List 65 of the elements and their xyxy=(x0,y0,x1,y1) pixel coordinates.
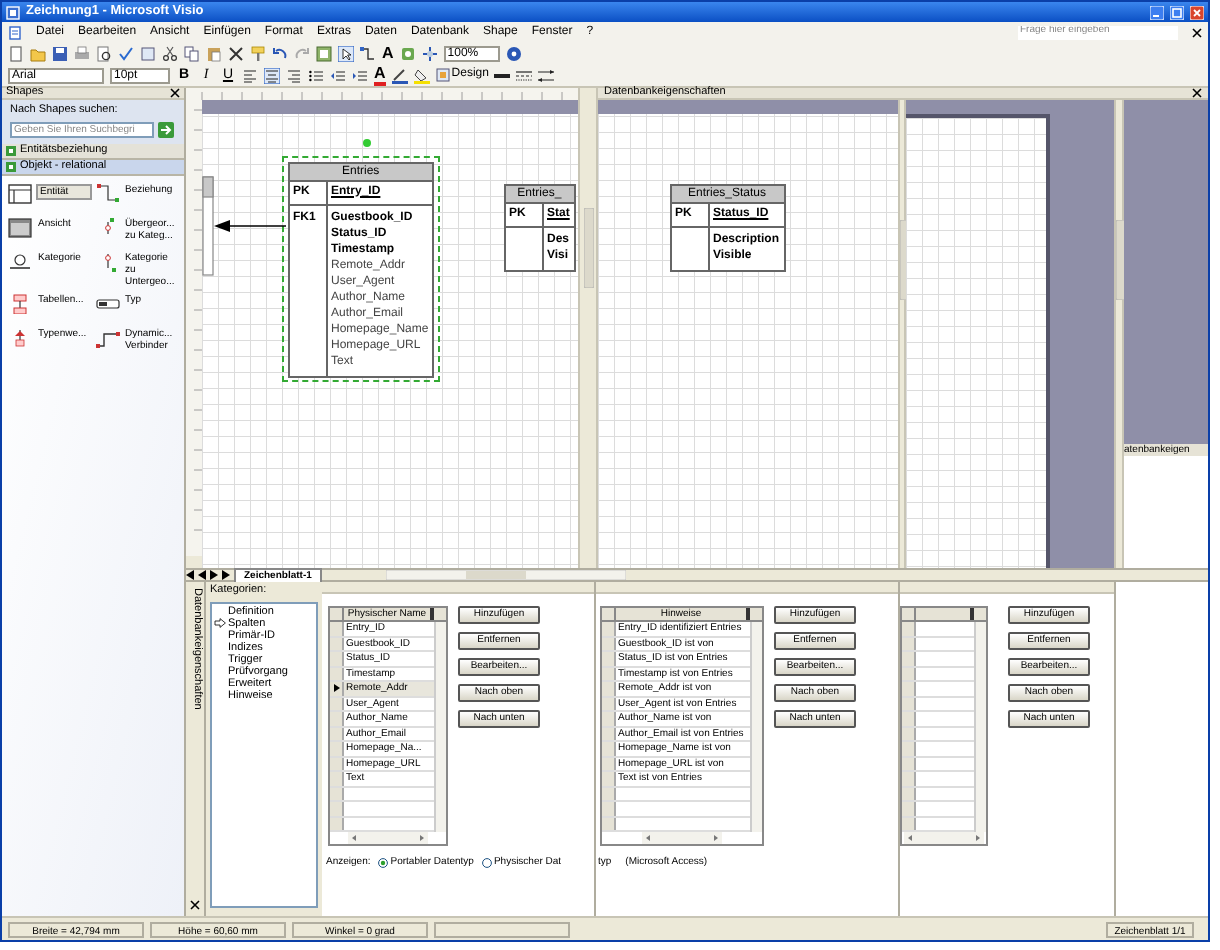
horizontal-scrollbar-icon[interactable] xyxy=(902,832,986,844)
text-tool[interactable]: A xyxy=(382,45,394,61)
app-icon xyxy=(6,5,20,19)
maximize-icon[interactable] xyxy=(1170,5,1184,19)
radio-button[interactable] xyxy=(378,858,389,869)
horizontal-scrollbar-icon[interactable] xyxy=(385,570,626,580)
relationship-icon xyxy=(95,183,119,203)
align-center-icon[interactable] xyxy=(264,67,280,83)
vertical-scrollbar[interactable] xyxy=(750,622,762,832)
help-icon[interactable] xyxy=(505,45,522,61)
row-header[interactable] xyxy=(330,682,344,695)
vertical-scrollbar[interactable] xyxy=(974,622,986,832)
relationship-arrow-icon xyxy=(214,220,286,232)
status-field xyxy=(434,921,570,937)
vertical-scrollbar[interactable] xyxy=(434,622,446,832)
stencil-icon xyxy=(6,161,16,171)
spelling-icon[interactable] xyxy=(118,45,134,61)
line-ends-icon[interactable] xyxy=(538,67,555,83)
outdent-icon[interactable] xyxy=(330,67,346,83)
scrollbar-thumb-icon[interactable] xyxy=(583,208,593,288)
bullets-icon[interactable] xyxy=(308,67,324,83)
document-icon xyxy=(8,25,22,39)
row-pointer-icon xyxy=(333,684,339,693)
save-icon[interactable] xyxy=(52,45,68,61)
shapes-window-icon[interactable] xyxy=(316,45,332,61)
print-preview-icon[interactable] xyxy=(96,45,112,61)
paste-icon[interactable] xyxy=(206,45,222,61)
category-icon xyxy=(8,251,32,271)
pointer-tool-icon[interactable] xyxy=(338,45,354,61)
align-left-icon[interactable] xyxy=(242,67,258,83)
previous-page-icon[interactable] xyxy=(198,570,206,580)
connector-icon xyxy=(95,327,119,347)
indent-icon[interactable] xyxy=(352,67,368,83)
view-icon xyxy=(8,217,32,237)
copy-icon[interactable] xyxy=(184,45,200,61)
new-document-icon[interactable] xyxy=(8,45,24,61)
vertical-ruler-icon xyxy=(186,100,202,556)
go-arrow-icon[interactable] xyxy=(158,121,174,137)
type-icon xyxy=(95,293,119,313)
connector-tool-icon[interactable] xyxy=(360,45,376,61)
rotation-handle-icon[interactable] xyxy=(362,138,372,148)
pan-zoom-icon[interactable] xyxy=(421,45,438,61)
minimize-icon[interactable] xyxy=(1150,5,1164,19)
format-painter-icon[interactable] xyxy=(250,45,266,61)
last-page-icon[interactable] xyxy=(222,570,230,580)
redo-icon[interactable] xyxy=(294,45,310,61)
next-page-icon[interactable] xyxy=(210,570,218,580)
entity-icon xyxy=(8,183,32,203)
print-icon[interactable] xyxy=(74,45,90,61)
close-icon[interactable] xyxy=(170,88,180,98)
line-color-icon[interactable] xyxy=(391,67,408,83)
close-icon[interactable] xyxy=(1192,88,1202,98)
fill-color-icon[interactable] xyxy=(413,67,430,83)
close-document-icon[interactable] xyxy=(1192,27,1202,37)
delete-icon[interactable] xyxy=(228,45,244,61)
research-icon[interactable] xyxy=(140,45,156,61)
design-icon xyxy=(435,68,450,82)
stencil-icon xyxy=(6,145,16,155)
table-link-icon xyxy=(8,293,32,313)
line-pattern-icon[interactable] xyxy=(516,67,533,83)
align-right-icon[interactable] xyxy=(286,67,302,83)
undo-icon[interactable] xyxy=(272,45,288,61)
close-icon[interactable] xyxy=(190,900,200,910)
radio-button[interactable] xyxy=(481,858,492,869)
cut-icon[interactable] xyxy=(162,45,178,61)
